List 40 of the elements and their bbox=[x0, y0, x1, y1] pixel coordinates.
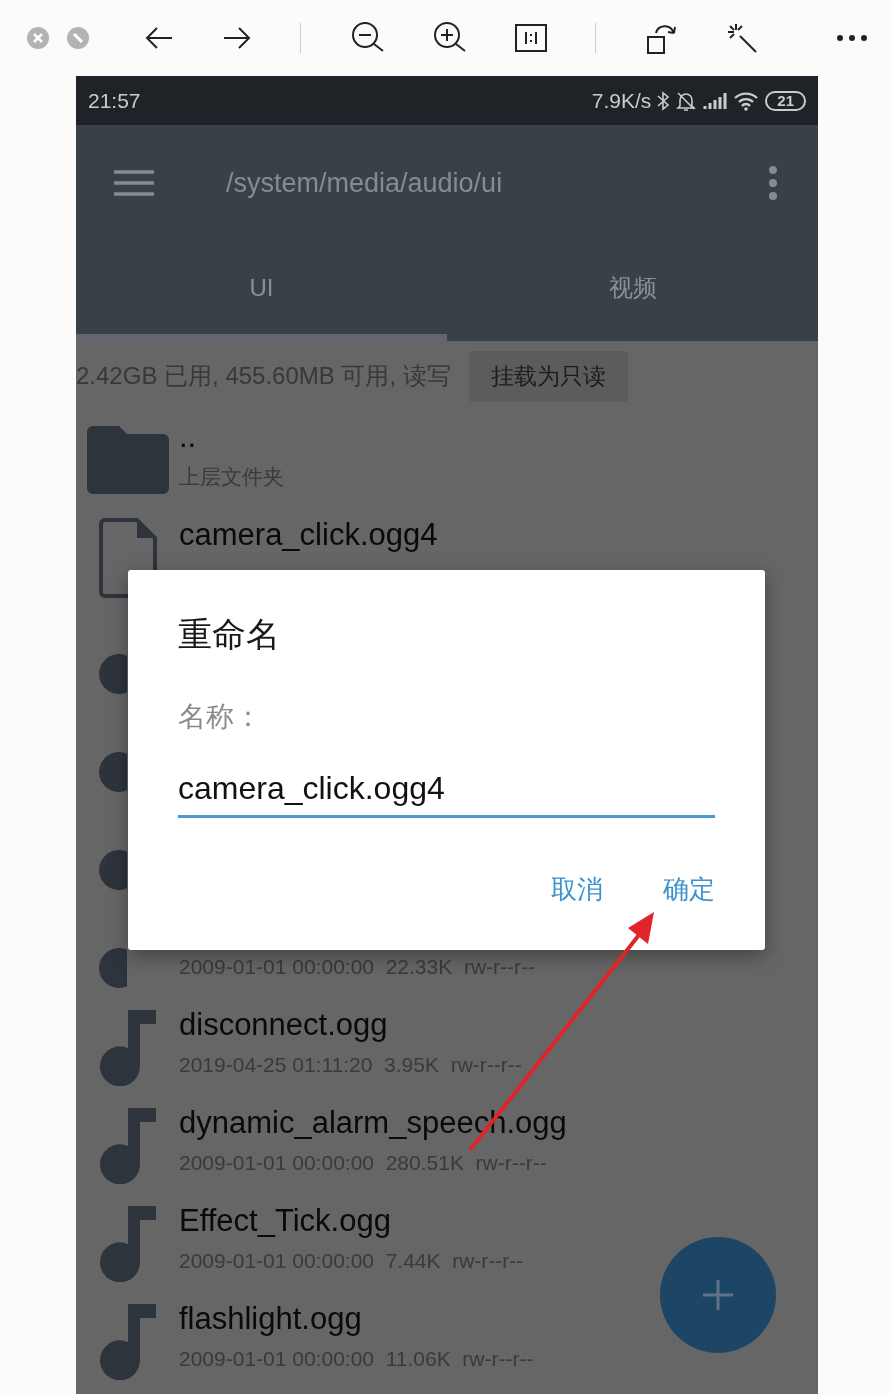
music-note-icon bbox=[99, 1206, 156, 1282]
dialog-button[interactable]: 确定 bbox=[663, 866, 715, 913]
note-head-icon bbox=[99, 654, 127, 694]
mount-read-only-button[interactable]: 挂载为只读 bbox=[468, 350, 628, 402]
bluetooth-icon bbox=[657, 90, 670, 111]
forward-icon[interactable] bbox=[222, 26, 252, 50]
field-label: 名称： bbox=[178, 700, 262, 734]
note-head-icon bbox=[99, 752, 127, 792]
file-name: disconnect.ogg bbox=[179, 1007, 388, 1043]
dialog-button[interactable]: 取消 bbox=[551, 866, 603, 913]
file-name: Effect_Tick.ogg bbox=[179, 1203, 391, 1239]
current-path: /system/media/audio/ui bbox=[226, 167, 504, 199]
note-head-icon bbox=[99, 850, 127, 890]
tab[interactable]: UI bbox=[76, 241, 447, 341]
file-name: camera_click.ogg4 bbox=[179, 517, 438, 553]
zoom-in-icon[interactable] bbox=[433, 21, 467, 55]
music-note-icon bbox=[99, 1108, 156, 1184]
tab[interactable]: 视频 bbox=[447, 241, 818, 341]
file-name: .. bbox=[179, 419, 197, 455]
folder-icon bbox=[86, 426, 169, 494]
back-icon[interactable] bbox=[144, 26, 174, 50]
clock: 21:57 bbox=[88, 88, 141, 113]
signal-icon bbox=[703, 91, 728, 110]
magic-wand-icon[interactable] bbox=[726, 22, 758, 54]
muted-bell-icon bbox=[675, 89, 698, 112]
dialog-title: 重命名 bbox=[178, 614, 280, 655]
overflow-menu-icon[interactable] bbox=[768, 166, 778, 200]
wifi-icon bbox=[733, 90, 760, 111]
battery-indicator: 21 bbox=[765, 90, 806, 111]
network-speed: 7.9K/s bbox=[591, 88, 652, 113]
music-note-icon bbox=[99, 1010, 156, 1086]
actual-size-icon[interactable] bbox=[515, 24, 547, 52]
name-input-field[interactable]: camera_click.ogg4 bbox=[178, 762, 715, 818]
more-icon[interactable] bbox=[836, 34, 868, 42]
note-head-icon bbox=[99, 948, 127, 988]
menu-icon[interactable] bbox=[114, 169, 154, 197]
zoom-out-icon[interactable] bbox=[351, 21, 385, 55]
music-note-icon bbox=[99, 1304, 156, 1380]
file-name: flashlight.ogg bbox=[179, 1301, 362, 1337]
plus-icon bbox=[701, 1278, 735, 1312]
